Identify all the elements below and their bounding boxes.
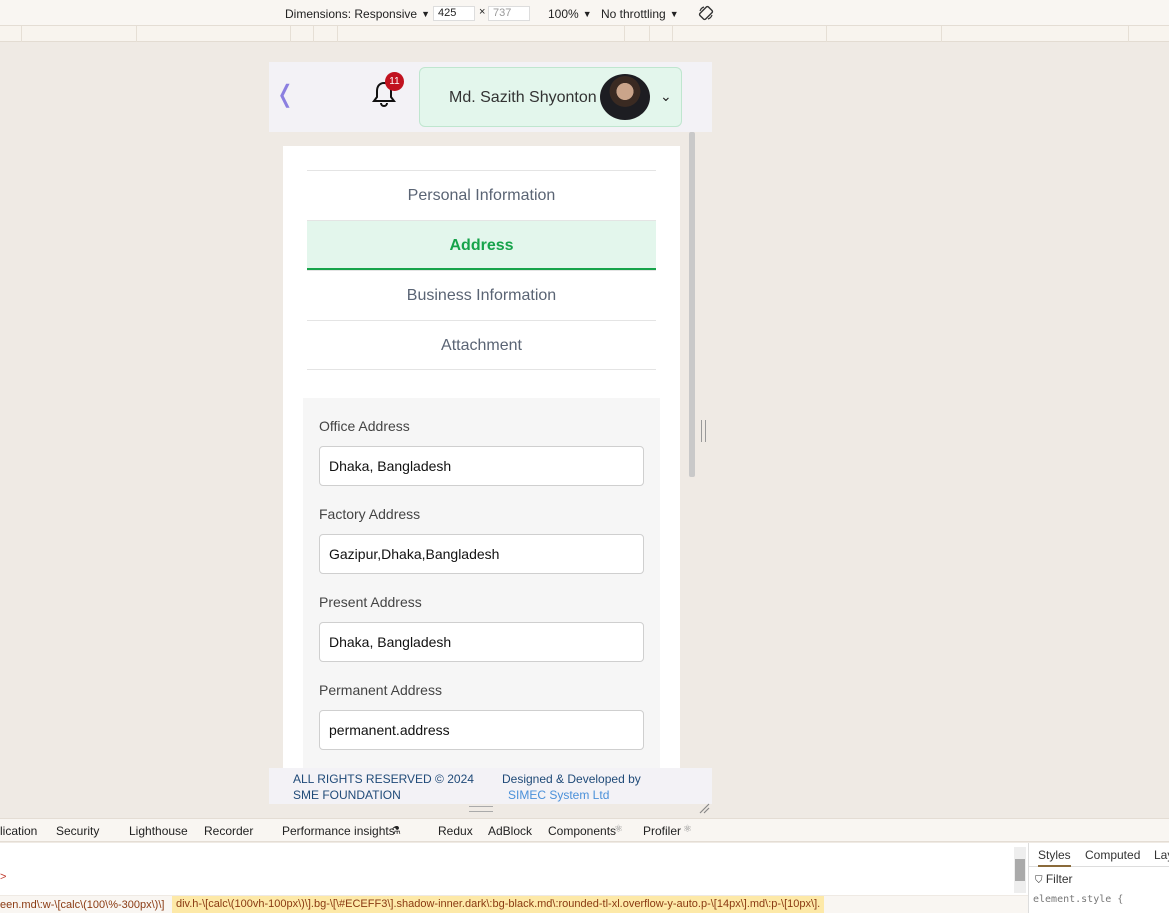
dimensions-label: Dimensions: Responsive — [285, 7, 418, 21]
app-footer: ALL RIGHTS RESERVED © 2024 SME FOUNDATIO… — [269, 768, 712, 804]
tab-address[interactable]: Address — [307, 220, 656, 270]
device-viewport: ❬ 11 Md. Sazith Shyonton ⌄ Personal Info… — [269, 62, 712, 816]
notification-button[interactable]: 11 — [371, 72, 404, 108]
tab-application[interactable]: lication — [0, 824, 37, 838]
designed-by-text: Designed & Developed by — [502, 772, 641, 786]
height-input[interactable]: 737 — [488, 6, 530, 21]
permanent-address-label: Permanent Address — [319, 682, 442, 698]
styles-filter-input[interactable]: ⛉ Filter — [1035, 872, 1167, 888]
office-address-input[interactable]: Dhaka, Bangladesh — [319, 446, 644, 486]
console-scrollbar[interactable] — [1014, 847, 1026, 893]
zoom-label: 100% — [548, 7, 579, 21]
tab-attachment[interactable]: Attachment — [307, 320, 656, 370]
address-form: Office Address Dhaka, Bangladesh Factory… — [303, 398, 660, 768]
company-link[interactable]: SIMEC System Ltd — [508, 788, 609, 802]
console-pane[interactable]: > — [0, 843, 1028, 895]
react-icon: ⚛ — [614, 824, 623, 835]
factory-address-input[interactable]: Gazipur,Dhaka,Bangladesh — [319, 534, 644, 574]
throttling-select[interactable]: No throttling ▼ — [601, 7, 679, 21]
present-address-input[interactable]: Dhaka, Bangladesh — [319, 622, 644, 662]
tab-lighthouse[interactable]: Lighthouse — [129, 824, 188, 838]
react-icon: ⚛ — [683, 824, 692, 835]
styles-pane: Styles Computed Lay ⛉ Filter element.sty… — [1028, 843, 1169, 913]
tab-styles[interactable]: Styles — [1038, 848, 1071, 867]
media-query-ruler — [0, 26, 1169, 42]
chevron-down-icon: ⌄ — [660, 88, 672, 104]
times-icon: × — [479, 6, 486, 18]
bottom-resize-handle[interactable] — [469, 806, 493, 812]
designed-by: Designed & Developed by SIMEC System Ltd — [502, 771, 642, 803]
caret-down-icon: ▼ — [669, 9, 679, 19]
tab-business-information[interactable]: Business Information — [307, 270, 656, 320]
tab-layout[interactable]: Lay — [1154, 848, 1169, 862]
caret-down-icon: ▼ — [582, 9, 592, 19]
breadcrumb-item[interactable]: een.md\:w-\[calc\(100\%-300px\)\] — [0, 899, 164, 911]
notification-badge: 11 — [385, 72, 404, 91]
rotate-icon[interactable] — [698, 5, 714, 21]
tab-profiler[interactable]: Profiler — [643, 824, 681, 838]
element-style-rule: element.style { — [1033, 894, 1124, 905]
profile-card: Personal Information Address Business In… — [283, 146, 680, 768]
content-area: Personal Information Address Business In… — [269, 132, 712, 768]
breadcrumb-item-selected[interactable]: div.h-\[calc\(100vh-100px\)\].bg-\[\#ECE… — [172, 896, 825, 913]
devtools-device-toolbar: Dimensions: Responsive ▼ 425 × 737 100% … — [0, 0, 1169, 26]
copyright-text: ALL RIGHTS RESERVED © 2024 SME FOUNDATIO… — [293, 772, 474, 802]
back-chevron-icon[interactable]: ❬ — [275, 80, 295, 109]
tab-computed[interactable]: Computed — [1085, 848, 1140, 862]
devtools-tabbar: lication Security Lighthouse Recorder Pe… — [0, 818, 1169, 842]
tab-components[interactable]: Components — [548, 824, 616, 838]
console-prompt-icon: > — [0, 871, 7, 883]
factory-address-label: Factory Address — [319, 506, 421, 522]
caret-down-icon: ▼ — [421, 9, 430, 19]
zoom-select[interactable]: 100% ▼ — [548, 7, 592, 21]
throttling-label: No throttling — [601, 7, 666, 21]
filter-icon: ⛉ — [1035, 875, 1043, 886]
tab-personal-information[interactable]: Personal Information — [307, 170, 656, 220]
user-menu-button[interactable]: Md. Sazith Shyonton ⌄ — [419, 67, 682, 127]
tab-adblock[interactable]: AdBlock — [488, 824, 532, 838]
tab-security[interactable]: Security — [56, 824, 99, 838]
avatar — [600, 74, 650, 120]
dom-breadcrumb: een.md\:w-\[calc\(100\%-300px\)\] div.h-… — [0, 896, 1028, 913]
width-input[interactable]: 425 — [433, 6, 475, 21]
filter-label: Filter — [1045, 872, 1073, 886]
permanent-address-input[interactable]: permanent.address — [319, 710, 644, 750]
tab-redux[interactable]: Redux — [438, 824, 473, 838]
content-scrollbar[interactable] — [689, 132, 695, 477]
tab-performance-insights[interactable]: Performance insights — [282, 824, 395, 838]
corner-resize-icon[interactable] — [698, 802, 710, 814]
side-resize-handle[interactable] — [701, 420, 706, 442]
office-address-label: Office Address — [319, 418, 410, 434]
tab-recorder[interactable]: Recorder — [204, 824, 253, 838]
present-address-label: Present Address — [319, 594, 422, 610]
app-header: ❬ 11 Md. Sazith Shyonton ⌄ — [269, 62, 712, 132]
flask-icon: ⚗ — [391, 825, 401, 837]
user-name: Md. Sazith Shyonton — [449, 89, 597, 106]
dimensions-select[interactable]: Dimensions: Responsive ▼ — [285, 7, 430, 21]
